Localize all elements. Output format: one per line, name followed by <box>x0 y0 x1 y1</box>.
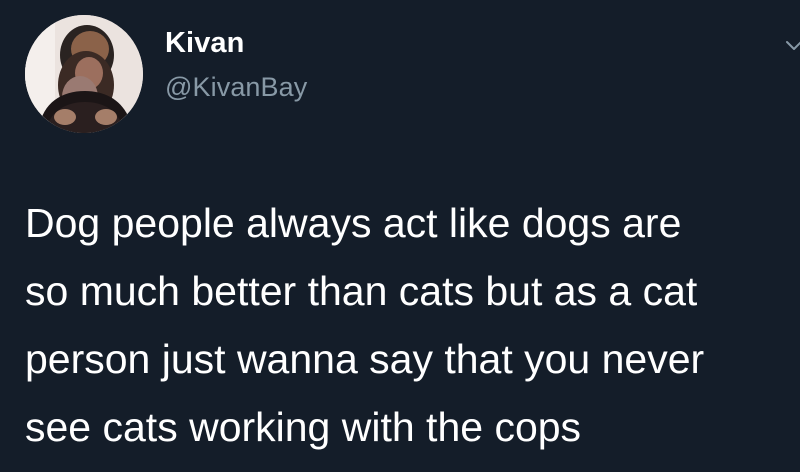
more-button[interactable] <box>786 34 800 58</box>
tweet-card: Kivan @KivanBay Dog people always act li… <box>0 0 800 472</box>
user-handle[interactable]: @KivanBay <box>165 71 307 103</box>
avatar[interactable] <box>25 15 143 133</box>
tweet-text-line-4: see cats working with the cops <box>25 404 582 450</box>
tweet-text-line-1: Dog people always act like dogs are <box>25 200 682 246</box>
tweet-text-line-3: person just wanna say that you never <box>25 336 705 382</box>
chevron-down-icon <box>786 34 800 58</box>
tweet-text: Dog people always act like dogs are so m… <box>25 189 785 461</box>
display-name[interactable]: Kivan <box>165 26 244 60</box>
tweet-text-line-2: so much better than cats but as a cat <box>25 268 698 314</box>
